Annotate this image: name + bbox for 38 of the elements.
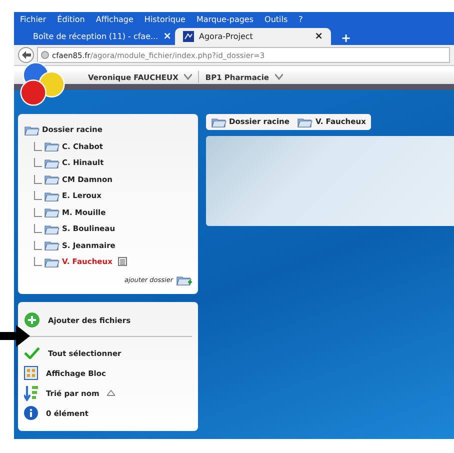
app-logo-icon	[183, 31, 194, 42]
menu-item[interactable]: Édition	[57, 15, 85, 24]
arrow-icon	[0, 325, 30, 347]
plus-circle-icon	[24, 312, 40, 328]
menu-item[interactable]: Historique	[144, 15, 186, 24]
folder-icon	[44, 173, 60, 186]
menu-item[interactable]: Fichier	[20, 15, 46, 24]
folder-menu-icon[interactable]	[118, 257, 128, 266]
back-button[interactable]	[18, 47, 34, 63]
folder-icon	[44, 256, 60, 268]
folder-icon	[44, 222, 60, 235]
checkmark-icon	[24, 347, 40, 359]
sort-icon	[24, 385, 38, 401]
folder-icon	[44, 156, 60, 169]
triangle-up-icon[interactable]	[107, 390, 116, 396]
close-tab-button[interactable]: ×	[314, 31, 323, 42]
browser-tab[interactable]: Agora-Project ×	[175, 28, 331, 45]
info-icon	[24, 406, 38, 420]
globe-icon	[41, 51, 49, 59]
new-tab-button[interactable]: +	[341, 31, 352, 45]
back-arrow-icon	[22, 51, 30, 59]
browser-tab[interactable]: Boîte de réception (11) - cfae... ×	[20, 28, 171, 45]
folder-icon	[24, 124, 40, 136]
menu-item[interactable]: Outils	[264, 15, 288, 24]
folder-icon	[44, 190, 60, 202]
close-tab-button[interactable]: ×	[163, 31, 172, 42]
chevron-down-icon[interactable]	[274, 74, 283, 80]
folder-icon	[297, 116, 314, 128]
menu-item[interactable]: Marque-pages	[196, 15, 254, 24]
folder-icon	[44, 140, 60, 152]
folder-add-icon[interactable]	[176, 274, 192, 286]
folder-icon	[211, 116, 227, 128]
chevron-down-icon[interactable]	[184, 74, 192, 80]
menu-item[interactable]: ?	[298, 15, 303, 24]
folder-icon	[44, 206, 60, 218]
folder-icon	[44, 239, 60, 252]
menu-item[interactable]: Affichage	[96, 15, 134, 24]
grid-view-icon	[24, 366, 38, 380]
